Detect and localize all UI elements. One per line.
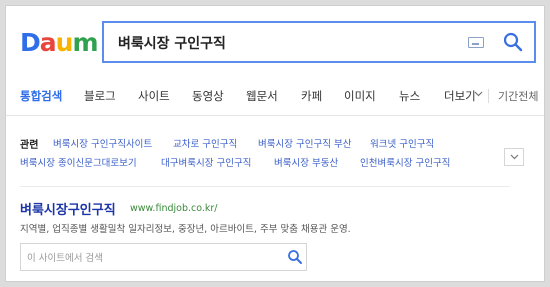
section-divider (20, 186, 510, 187)
logo-letter-d: D (20, 28, 41, 57)
tab-site[interactable]: 사이트 (138, 88, 170, 104)
related-link[interactable]: 벼룩시장 종이신문그대로보기 (20, 155, 137, 169)
chevron-down-icon[interactable] (474, 91, 483, 97)
related-link[interactable]: 인천벼룩시장 구인구직 (360, 155, 450, 169)
daum-logo[interactable]: D a u m (20, 28, 99, 58)
related-link[interactable]: 벼룩시장 구인구직사이트 (53, 136, 152, 150)
logo-letter-m: m (72, 28, 98, 57)
search-results-page: D a u m 벼룩시장 구인구직 통합검색 블로그 사이트 동영상 웹문서 카… (5, 5, 545, 282)
site-search-input[interactable] (27, 250, 277, 266)
related-link[interactable]: 교차로 구인구직 (173, 136, 237, 150)
tab-web-docs[interactable]: 웹문서 (246, 88, 278, 104)
related-link[interactable]: 벼룩시장 구인구직 부산 (258, 136, 351, 150)
search-icon[interactable] (502, 31, 524, 53)
tab-cafe[interactable]: 카페 (301, 88, 322, 104)
tab-all[interactable]: 통합검색 (20, 88, 62, 104)
result-title-link[interactable]: 벼룩시장구인구직 (20, 199, 116, 218)
site-search-box[interactable] (20, 243, 307, 271)
tab-video[interactable]: 동영상 (192, 88, 224, 104)
logo-letter-a: a (39, 28, 57, 57)
search-icon[interactable] (287, 249, 303, 265)
related-title: 관련 (20, 140, 39, 151)
tab-images[interactable]: 이미지 (344, 88, 376, 104)
tab-news[interactable]: 뉴스 (399, 88, 420, 104)
period-filter[interactable]: 기간전체 (498, 88, 538, 104)
tab-more[interactable]: 더보기 (444, 88, 476, 104)
related-link[interactable]: 벼룩시장 부동산 (274, 155, 338, 169)
search-input[interactable]: 벼룩시장 구인구직 (118, 33, 226, 53)
tab-divider (488, 89, 489, 103)
tab-blog[interactable]: 블로그 (84, 88, 116, 104)
logo-letter-u: u (55, 28, 74, 57)
result-description: 지역별, 업직종별 생활밀착 일자리정보, 중장년, 아르바이트, 주부 맞춤 … (20, 224, 351, 235)
related-link[interactable]: 워크넷 구인구직 (370, 136, 434, 150)
chevron-down-icon (510, 154, 519, 160)
result-url[interactable]: www.findjob.co.kr/ (130, 203, 218, 214)
search-tabs: 통합검색 블로그 사이트 동영상 웹문서 카페 이미지 뉴스 더보기 기간전체 (6, 76, 544, 116)
search-box[interactable]: 벼룩시장 구인구직 (102, 21, 536, 63)
related-expand-button[interactable] (504, 148, 524, 166)
keyboard-icon[interactable] (468, 37, 484, 48)
related-link[interactable]: 대구벼룩시장 구인구직 (161, 155, 251, 169)
